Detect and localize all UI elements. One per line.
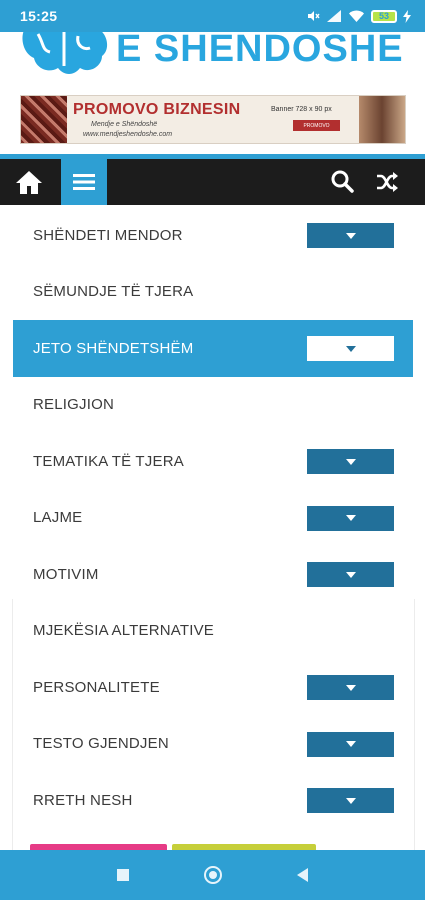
banner-size-text: Banner 728 x 90 px	[271, 106, 332, 113]
banner-site: www.mendjeshendoshe.com	[83, 131, 173, 138]
home-dot	[208, 871, 217, 879]
status-icons: 53	[306, 9, 411, 23]
menu-toggle-button[interactable]	[61, 159, 107, 205]
banner-pattern-image	[21, 96, 67, 143]
caret-down-icon	[345, 515, 356, 521]
menu-item-label: SËMUNDJE TË TJERA	[33, 283, 194, 301]
banner-photo-image	[359, 96, 405, 143]
banner-title: PROMOVO BIZNESIN	[73, 101, 241, 118]
menu-item-label: MOTIVIM	[33, 565, 99, 583]
submenu-toggle-button[interactable]	[307, 336, 394, 361]
menu-item-shendeti-mendor[interactable]: SHËNDETI MENDOR	[0, 207, 425, 264]
menu-item-label: LAJME	[33, 509, 83, 527]
system-navigation-bar	[0, 850, 425, 900]
battery-level: 53	[378, 10, 389, 21]
caret-down-icon	[345, 232, 356, 239]
submenu-toggle-button[interactable]	[307, 223, 394, 248]
caret-down-icon	[345, 458, 356, 465]
menu-icon	[73, 174, 95, 190]
menu-item-jeto-shendetshem[interactable]: JETO SHËNDETSHËM	[13, 320, 413, 377]
promo-banner[interactable]: PROMOVO BIZNESIN Mendje e Shëndoshë www.…	[20, 95, 406, 144]
caret-down-icon	[345, 345, 356, 352]
menu-item-tematika-te-tjera[interactable]: TEMATIKA TË TJERA	[0, 433, 425, 490]
status-time: 15:25	[20, 8, 58, 24]
menu-item-motivim[interactable]: MOTIVIM	[0, 546, 425, 603]
menu-item-label: TEMATIKA TË TJERA	[33, 452, 184, 470]
banner-promo-button[interactable]: PROMOVO	[293, 120, 340, 131]
wifi-icon	[349, 10, 364, 22]
signal-icon	[327, 10, 341, 22]
menu-item-label: JETO SHËNDETSHËM	[33, 339, 194, 357]
submenu-toggle-button[interactable]	[307, 449, 394, 474]
menu-item-label: RELIGJION	[33, 396, 114, 414]
search-icon[interactable]	[330, 169, 354, 193]
recent-apps-icon[interactable]	[117, 869, 130, 881]
mute-icon	[308, 11, 320, 21]
main-navbar	[0, 159, 425, 205]
home-icon[interactable]	[14, 167, 44, 197]
submenu-toggle-button[interactable]	[307, 505, 394, 531]
battery-icon: 53	[371, 9, 397, 23]
menu-item-semundje-te-tjera[interactable]: SËMUNDJE TË TJERA	[0, 264, 425, 321]
submenu-frame	[12, 599, 415, 854]
status-bar: 15:25 53	[0, 0, 425, 32]
shuffle-icon[interactable]	[375, 170, 399, 194]
menu-item-label: SHËNDETI MENDOR	[33, 226, 183, 244]
home-circle-icon[interactable]	[203, 866, 222, 884]
caret-down-icon	[345, 571, 356, 578]
site-header: E SHENDOSHE	[0, 32, 425, 92]
back-icon[interactable]	[296, 868, 308, 882]
charging-icon	[403, 9, 411, 23]
app-screen: 15:25 53 E SHENDOSHE PROMOVO BIZNESIN Me…	[0, 0, 425, 900]
banner-subtitle: Mendje e Shëndoshë	[91, 121, 158, 128]
menu-item-religjion[interactable]: RELIGJION	[0, 377, 425, 434]
submenu-toggle-button[interactable]	[307, 562, 394, 587]
brain-icon	[22, 32, 107, 74]
menu-item-lajme[interactable]: LAJME	[0, 490, 425, 547]
site-logo-text[interactable]: E SHENDOSHE	[116, 32, 404, 71]
